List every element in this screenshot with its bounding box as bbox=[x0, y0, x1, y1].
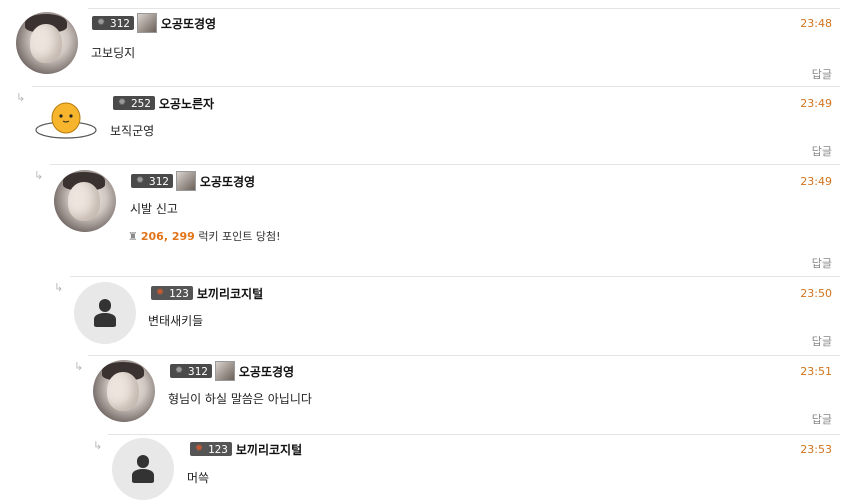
comment-header: ✹ 312 오공또경영 bbox=[92, 13, 216, 33]
user-icon-thumbnail bbox=[214, 361, 235, 381]
separator bbox=[88, 8, 840, 9]
gear-badge-icon: ✹ bbox=[175, 362, 183, 377]
nickname[interactable]: 보끼리코지털 bbox=[236, 441, 302, 458]
level-badge: ✹ 252 bbox=[113, 94, 155, 110]
avatar[interactable] bbox=[16, 12, 78, 74]
nickname[interactable]: 오공또경영 bbox=[239, 363, 294, 380]
reply-arrow-icon: ↳ bbox=[16, 91, 26, 104]
level-badge: ✹ 123 bbox=[151, 284, 193, 300]
comment-header: ✹ 252 오공노른자 bbox=[113, 94, 214, 112]
reply-button[interactable]: 답글 bbox=[812, 333, 832, 349]
comment-text: 형님이 하실 말씀은 아닙니다 bbox=[168, 392, 312, 406]
reply-button[interactable]: 답글 bbox=[812, 66, 832, 82]
comment-header: ✹ 123 보끼리코지털 bbox=[190, 440, 302, 458]
nickname[interactable]: 오공또경영 bbox=[200, 173, 255, 190]
avatar[interactable] bbox=[112, 438, 174, 500]
reply-arrow-icon: ↳ bbox=[93, 439, 103, 452]
timestamp: 23:50 bbox=[800, 287, 832, 300]
lucky-points-value: 206, 299 bbox=[140, 230, 195, 243]
separator bbox=[108, 434, 840, 435]
comment-text: 머쓱 bbox=[187, 471, 210, 485]
reply-arrow-icon: ↳ bbox=[34, 169, 44, 182]
separator bbox=[50, 164, 840, 165]
user-icon-thumbnail bbox=[136, 13, 157, 33]
coin-icon: ♜ bbox=[128, 230, 138, 243]
timestamp: 23:49 bbox=[800, 97, 832, 110]
timestamp: 23:51 bbox=[800, 365, 832, 378]
comment-header: ✹ 312 오공또경영 bbox=[170, 361, 294, 381]
timestamp: 23:48 bbox=[800, 17, 832, 30]
timestamp: 23:49 bbox=[800, 175, 832, 188]
nickname[interactable]: 오공노른자 bbox=[159, 95, 214, 112]
comment-text: 변태새키들 bbox=[148, 314, 204, 328]
gear-badge-icon: ✹ bbox=[118, 94, 126, 109]
lucky-points: ♜ 206, 299 럭키 포인트 당첨! bbox=[128, 228, 281, 244]
gear-badge-icon: ✹ bbox=[136, 172, 144, 187]
comment-text: 고보딩지 bbox=[91, 46, 136, 60]
lucky-points-label: 럭키 포인트 당첨! bbox=[198, 230, 281, 243]
comment-text: 시발 신고 bbox=[130, 202, 178, 216]
gear-badge-icon: ✹ bbox=[97, 14, 105, 29]
nickname[interactable]: 보끼리코지털 bbox=[197, 285, 263, 302]
separator bbox=[32, 86, 840, 87]
reply-button[interactable]: 답글 bbox=[812, 143, 832, 159]
nickname[interactable]: 오공또경영 bbox=[161, 15, 216, 32]
gear-badge-icon: ✹ bbox=[156, 284, 164, 299]
reply-button[interactable]: 답글 bbox=[812, 411, 832, 427]
comment-header: ✹ 312 오공또경영 bbox=[131, 171, 255, 191]
level-badge: ✹ 123 bbox=[190, 440, 232, 456]
egg-character-avatar[interactable] bbox=[34, 92, 98, 140]
comment-text: 보직군영 bbox=[110, 124, 155, 138]
level-badge: ✹ 312 bbox=[131, 172, 173, 188]
avatar[interactable] bbox=[54, 170, 116, 232]
comment-header: ✹ 123 보끼리코지털 bbox=[151, 284, 263, 302]
reply-arrow-icon: ↳ bbox=[54, 281, 64, 294]
reply-arrow-icon: ↳ bbox=[74, 360, 84, 373]
separator bbox=[70, 276, 840, 277]
level-badge: ✹ 312 bbox=[170, 362, 212, 378]
timestamp: 23:53 bbox=[800, 443, 832, 456]
reply-button[interactable]: 답글 bbox=[812, 255, 832, 271]
separator bbox=[88, 355, 840, 356]
gear-badge-icon: ✹ bbox=[195, 440, 203, 455]
user-icon-thumbnail bbox=[175, 171, 196, 191]
avatar[interactable] bbox=[93, 360, 155, 422]
avatar[interactable] bbox=[74, 282, 136, 344]
level-badge: ✹ 312 bbox=[92, 14, 134, 30]
